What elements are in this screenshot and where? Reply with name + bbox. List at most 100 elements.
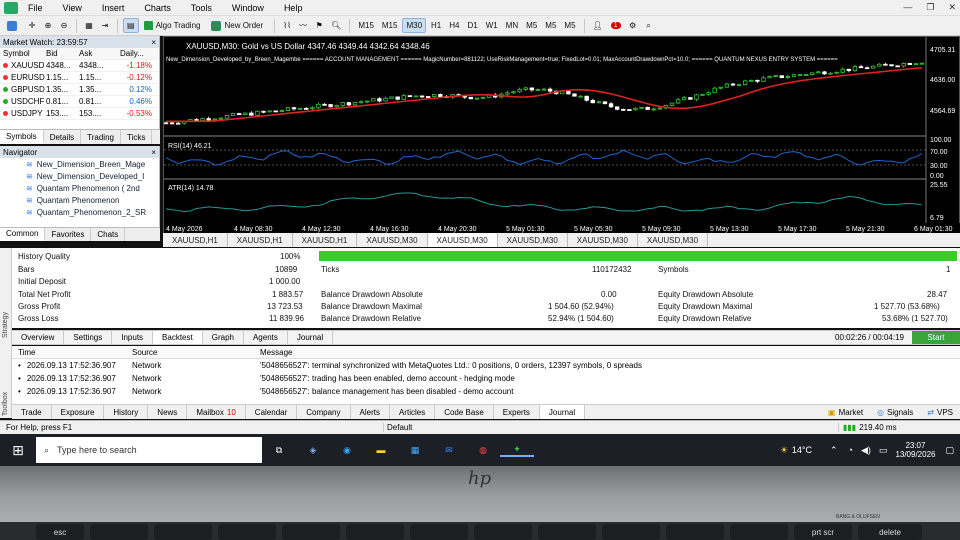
grid-icon[interactable]: ▦ [82,18,96,33]
metatrader-icon[interactable]: ✦ [500,444,534,457]
tf-mn[interactable]: MN [503,18,521,33]
tf-d1[interactable]: D1 [464,18,480,33]
menu-file[interactable]: File [18,3,53,13]
tf-h4[interactable]: H4 [446,18,462,33]
toolbox-tab[interactable]: Code Base [435,405,494,419]
tf-m5-c[interactable]: M5 [561,18,578,33]
toolbox-tab[interactable]: Journal [539,405,586,419]
settings-icon[interactable]: ⚙ [626,18,640,33]
taskbar-clock[interactable]: 23:07 13/09/2026 [895,441,935,459]
toolbox-tab[interactable]: Alerts [351,405,390,419]
col-symbol[interactable]: Symbol [0,49,46,58]
chrome-icon[interactable]: ◍ [466,445,500,456]
mail-icon[interactable]: ✉ [432,445,466,456]
chart-tab[interactable]: XAUUSD,H1 [228,233,293,247]
price-chart[interactable]: XAUUSD,M30: Gold vs US Dollar 4347.46 43… [163,36,960,234]
explorer-icon[interactable]: ▬ [364,445,398,455]
account-icon[interactable]: 👤︎ [590,18,606,33]
scroll-icon[interactable]: ⇥ [98,18,112,33]
tf-m15[interactable]: M15 [355,18,377,33]
notification-icon[interactable]: ▢ [945,445,954,456]
menu-insert[interactable]: Insert [92,3,135,13]
minimize-icon[interactable]: — [903,2,912,13]
crosshair-icon[interactable]: ✛ [25,18,39,33]
chart-tab[interactable]: XAUUSD,M30 [638,233,709,247]
strategy-side-label[interactable]: Strategy [2,312,9,338]
zoom-in-icon[interactable]: ⊕ [41,18,55,33]
chart-tab[interactable]: XAUUSD,M30 [357,233,428,247]
tf-m15b[interactable]: M15 [379,18,401,33]
tab-journal[interactable]: Journal [288,331,334,344]
close-icon[interactable]: × [151,148,159,157]
market-watch-row[interactable]: GBPUSD 1.35... 1.35... 0.12% [0,84,159,96]
market-watch-row[interactable]: USDJPY 153.... 153.... -0.53% [0,108,159,120]
close-icon[interactable]: ✕ [948,2,956,13]
tab-symbols[interactable]: Symbols [0,130,44,144]
volume-icon[interactable]: ◀) [861,445,871,456]
market-watch-row[interactable]: USDCHF 0.81... 0.81... 0.46% [0,96,159,108]
journal-row[interactable]: • 2026.09.13 17:52:36.907 Network '50486565… [12,385,960,398]
col-daily[interactable]: Daily... [112,49,156,58]
restore-icon[interactable]: ❐ [926,2,934,13]
col-time[interactable]: Time [12,348,132,357]
tray-chevron-icon[interactable]: ⌃ [830,445,838,456]
zoom-out-icon[interactable]: ⊖ [57,18,71,33]
toolbox-side-label[interactable]: Toolbox [2,392,9,416]
algo-trading-button[interactable]: Algo Trading [141,18,207,33]
battery-icon[interactable]: ▭ [879,445,888,456]
toolbox-tab[interactable]: Mailbox 10 [187,405,246,419]
market-watch-row[interactable]: XAUUSD 4348... 4348... -1.18% [0,60,159,72]
menu-help[interactable]: Help [274,3,313,13]
store-icon[interactable]: ▦ [398,445,432,456]
search-icon[interactable]: ⌕ [642,18,656,33]
chart-tab[interactable]: XAUUSD,M30 [498,233,568,247]
market-watch-row[interactable]: EURUSD 1.15... 1.15... -0.12% [0,72,159,84]
tab-details[interactable]: Details [44,130,82,144]
chart-tab[interactable]: XAUUSD,M30 [427,233,498,247]
journal-row[interactable]: • 2026.09.13 17:52:36.907 Network '50486565… [12,359,960,372]
tab-ticks[interactable]: Ticks [121,130,153,144]
tab-chats[interactable]: Chats [91,228,126,241]
toolbox-right-item[interactable]: ⇄ VPS [920,405,960,419]
chart-tab[interactable]: XAUUSD,H1 [163,233,228,247]
tester-icon[interactable]: ▤ [123,18,139,33]
toolbox-tab[interactable]: Exposure [52,405,105,419]
navigator-item[interactable]: ≋ New_Dimension_Developed_I [0,170,159,182]
menu-view[interactable]: View [53,3,92,13]
taskbar-search[interactable]: ⌕ Type here to search [36,437,262,463]
col-source[interactable]: Source [132,348,260,357]
col-ask[interactable]: Ask [79,49,112,58]
navigator-item[interactable]: ≋ Quantam Phenomenon ( 2nd [0,182,159,194]
menu-window[interactable]: Window [222,3,274,13]
edge-icon[interactable]: ◉ [330,445,364,456]
tab-overview[interactable]: Overview [12,331,65,344]
navigator-item[interactable]: ≋ New_Dimension_Breen_Mage [0,158,159,170]
toolbox-right-item[interactable]: ▣ Market [821,405,870,419]
indicators-icon[interactable]: ⚑ [312,18,326,33]
toolbox-tab[interactable]: Trade [12,405,52,419]
new-order-button[interactable]: New Order [208,18,269,33]
windows-start-icon[interactable]: ⊞ [0,442,36,459]
copilot-icon[interactable]: ◈ [296,445,330,456]
tf-h1[interactable]: H1 [428,18,444,33]
chart-tab[interactable]: XAUUSD,H1 [293,233,358,247]
notification-badge[interactable]: 1 [608,18,624,33]
tf-m30[interactable]: M30 [402,18,427,33]
line-studies-icon[interactable]: ⌇⌇ [280,18,294,33]
close-icon[interactable]: × [151,38,159,47]
col-bid[interactable]: Bid [46,49,79,58]
tf-m5-b[interactable]: M5 [542,18,559,33]
journal-row[interactable]: • 2026.09.13 17:52:36.907 Network '50486565… [12,372,960,385]
tf-m5-a[interactable]: M5 [523,18,540,33]
temperature[interactable]: 14°C [792,445,812,455]
toolbox-right-item[interactable]: ◎ Signals [870,405,920,419]
toolbox-tab[interactable]: Articles [390,405,436,419]
navigator-item[interactable]: ≋ Quantam_Phenomenon_2_SR [0,206,159,218]
tab-inputs[interactable]: Inputs [112,331,154,344]
tf-w1[interactable]: W1 [483,18,501,33]
tab-backtest[interactable]: Backtest [153,331,203,344]
col-message[interactable]: Message [260,348,292,357]
task-view-icon[interactable]: ⧉ [262,445,296,456]
tab-graph[interactable]: Graph [203,331,244,344]
new-chart-icon[interactable] [4,18,23,33]
